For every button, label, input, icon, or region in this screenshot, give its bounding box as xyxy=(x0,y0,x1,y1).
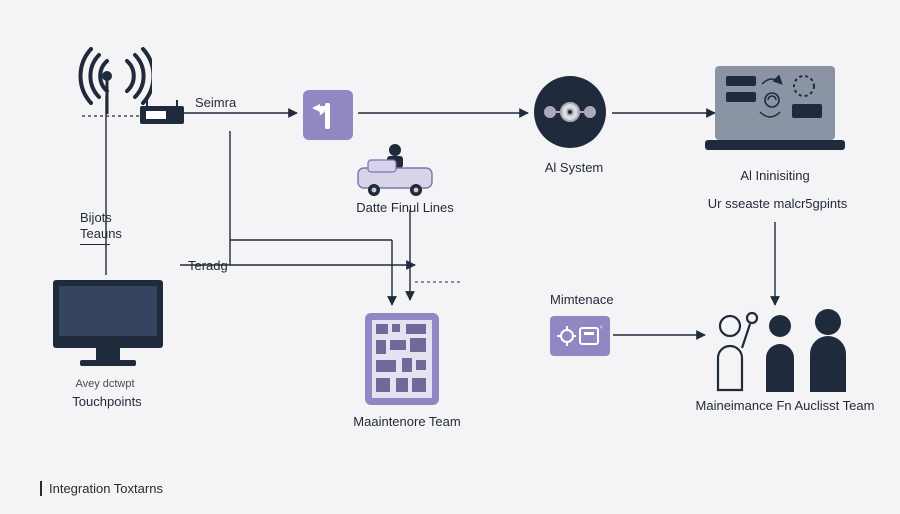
router-icon xyxy=(140,100,186,126)
maint-panel-icon: ‹ xyxy=(550,316,610,356)
monitor-icon xyxy=(48,275,168,375)
antenna-icon xyxy=(62,36,152,116)
laptop-label1: Al Ininisiting xyxy=(720,168,830,184)
svg-text:‹: ‹ xyxy=(600,322,603,331)
bijots-underline xyxy=(80,244,110,245)
laptop-label2: Ur sseaste malcr5gpints xyxy=(690,196,865,212)
seimra-label: Seimra xyxy=(195,95,236,111)
ai-label: Al System xyxy=(534,160,614,176)
maint-label: Mimtenace xyxy=(550,292,614,308)
monitor-avey-label: Avey dctwpt xyxy=(70,378,140,392)
diagram-canvas: Seimra Bijots Teauns Teradg Avey dctwpt … xyxy=(0,0,900,514)
van-icon xyxy=(350,140,440,200)
direction-sign-icon xyxy=(303,90,353,140)
van-label: Datte Finul Lines xyxy=(350,200,460,216)
teradg-label: Teradg xyxy=(188,258,228,274)
monitor-touchpoints-label: Touchpoints xyxy=(62,394,152,410)
ai-circle-icon xyxy=(530,72,610,152)
laptop-icon xyxy=(700,60,850,160)
team-icon xyxy=(700,300,860,410)
tablet-icon xyxy=(362,310,442,410)
bijots-label: Bijots Teauns xyxy=(80,210,140,243)
footer-label: Integration Toxtarns xyxy=(40,481,163,496)
tablet-label: Maaintenore Team xyxy=(342,414,472,430)
team-label: Maineimance Fn Auclisst Team xyxy=(680,398,890,414)
